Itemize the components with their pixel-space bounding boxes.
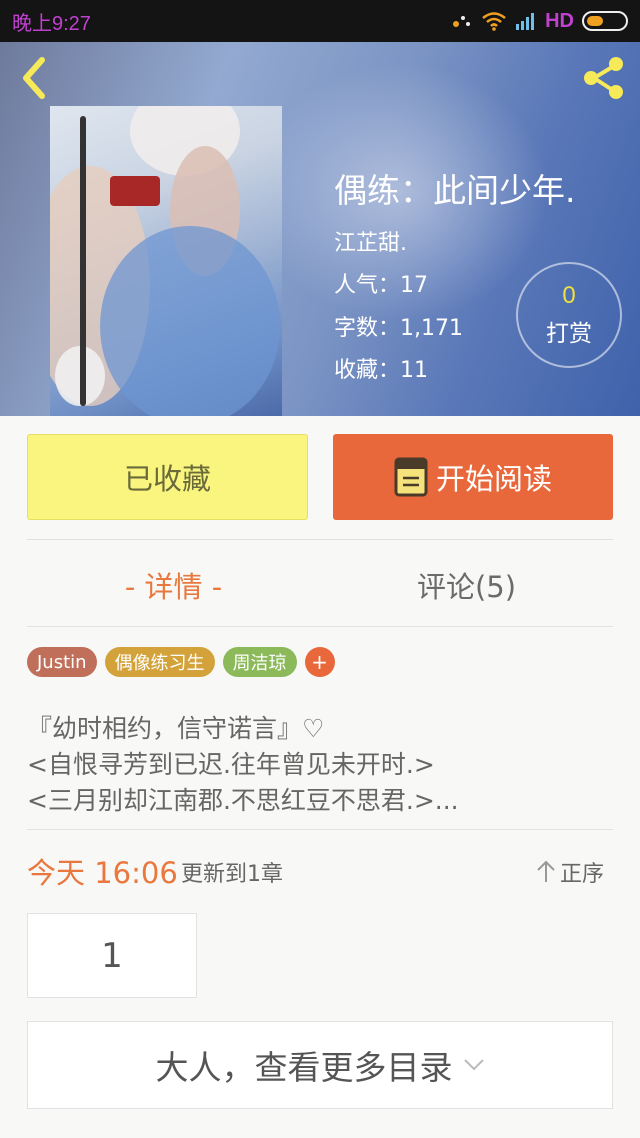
favorite-button[interactable]: 已收藏 — [27, 434, 308, 520]
signal-icon — [516, 13, 535, 30]
book-cover-image[interactable] — [50, 106, 282, 416]
divider — [27, 626, 613, 627]
tab-details[interactable]: - 详情 - — [27, 560, 320, 610]
battery-icon — [582, 11, 628, 31]
more-catalog-label: 大人，查看更多目录 — [155, 1048, 453, 1087]
tag-zhou-jieqiong[interactable]: 周洁琼 — [222, 647, 297, 677]
status-time: 晚上9:27 — [12, 12, 91, 35]
book-header: 偶练：此间少年. 江芷甜. 人气：17 字数：1,171 收藏：11 0 打赏 — [0, 42, 640, 416]
tip-label: 打赏 — [546, 321, 592, 347]
tag-justin[interactable]: Justin — [27, 647, 97, 677]
word-count: 字数：1,171 — [334, 316, 463, 341]
start-reading-button[interactable]: 开始阅读 — [333, 434, 613, 520]
chevron-left-icon[interactable] — [14, 54, 54, 102]
description-line: <自恨寻芳到已迟.往年曾见未开时.> — [27, 750, 435, 779]
status-bar: 晚上9:27 HD — [0, 0, 640, 42]
tag-list: Justin 偶像练习生 周洁琼 + — [27, 647, 335, 677]
description-line: <三月别却江南郡.不思红豆不思君.>... — [27, 786, 459, 815]
tag-idol-producer[interactable]: 偶像练习生 — [104, 647, 215, 677]
more-catalog-button[interactable]: 大人，查看更多目录 — [27, 1021, 613, 1109]
tab-comments[interactable]: 评论(5) — [320, 560, 613, 610]
divider — [27, 539, 613, 540]
description-line: 『幼时相约，信守诺言』♡ — [27, 714, 325, 743]
popularity-count: 人气：17 — [334, 273, 428, 298]
divider — [27, 829, 613, 830]
favorite-button-label: 已收藏 — [123, 462, 211, 496]
alarm-icon — [453, 16, 471, 27]
chevron-down-icon — [463, 1059, 484, 1071]
wifi-icon — [482, 12, 506, 31]
network-type: HD — [545, 9, 574, 32]
sort-order-label: 正序 — [560, 862, 605, 887]
update-time: 今天 16:06 — [27, 856, 178, 890]
status-icons: HD — [451, 10, 628, 33]
book-title: 偶练：此间少年. — [334, 171, 576, 210]
share-icon[interactable] — [580, 54, 628, 102]
chapter-item[interactable]: 1 — [27, 913, 197, 998]
tip-button[interactable]: 0 打赏 — [516, 262, 622, 368]
arrow-up-icon — [537, 860, 555, 882]
book-icon — [394, 457, 428, 497]
start-reading-label: 开始阅读 — [435, 462, 552, 496]
update-text: 更新到1章 — [181, 862, 283, 887]
favorite-count: 收藏：11 — [334, 358, 428, 383]
tip-count: 0 — [562, 282, 576, 309]
sort-order-toggle[interactable]: 正序 — [536, 856, 604, 888]
add-tag-button[interactable]: + — [304, 647, 335, 677]
author-name[interactable]: 江芷甜. — [334, 225, 407, 257]
